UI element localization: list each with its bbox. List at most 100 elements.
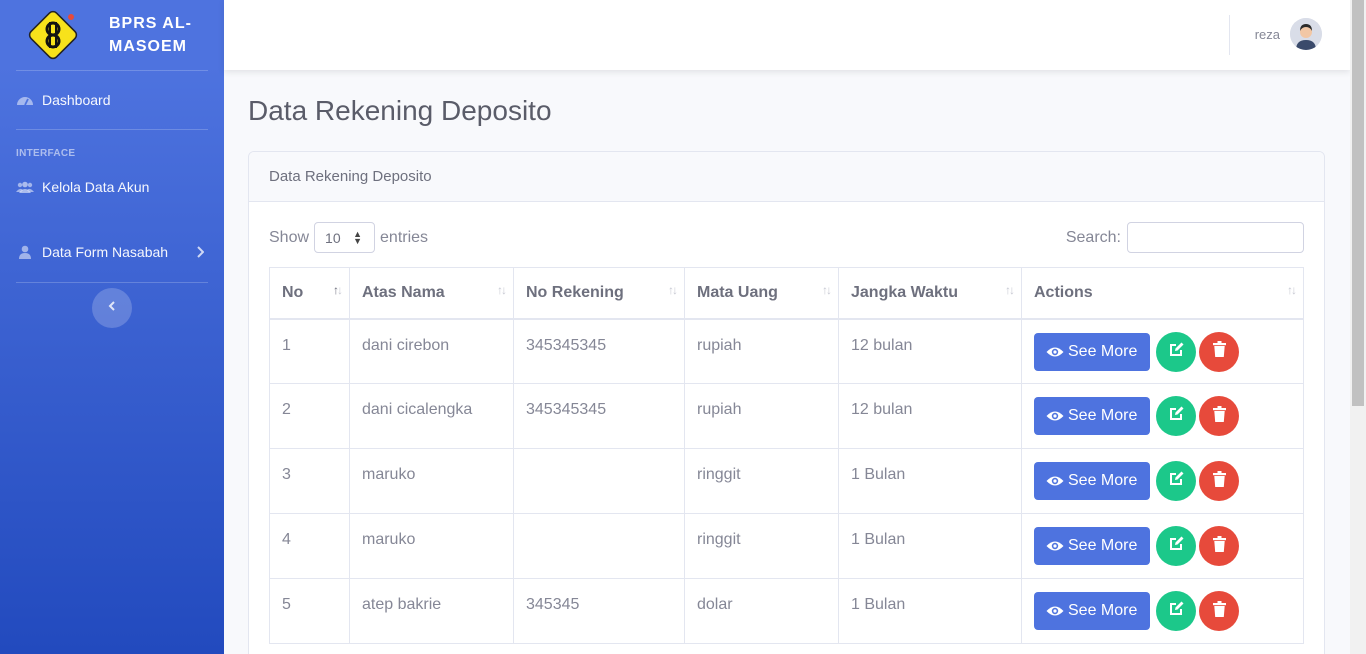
cell-mata-uang: rupiah: [684, 383, 839, 449]
delete-button[interactable]: [1199, 331, 1239, 372]
cell-no-rekening: 345345345: [513, 383, 685, 449]
trash-icon: [1212, 341, 1226, 362]
brand-link[interactable]: BPRS AL-MASOEM: [0, 0, 224, 70]
sidebar-item-label: Kelola Data Akun: [42, 179, 150, 195]
chevron-right-icon: [196, 245, 205, 261]
cell-no-rekening: [513, 513, 685, 579]
cell-no-rekening: 345345345: [513, 318, 685, 384]
delete-button[interactable]: [1199, 526, 1239, 566]
users-icon: [16, 180, 34, 194]
column-header-jangka-waktu[interactable]: Jangka Waktu ↑↓: [838, 267, 1022, 320]
user-icon: [16, 245, 34, 259]
edit-button[interactable]: [1156, 396, 1196, 436]
edit-icon: [1168, 470, 1185, 492]
length-control: Show 10 ▲ ▼ entries: [269, 222, 428, 253]
delete-button[interactable]: [1199, 591, 1239, 631]
select-arrows-icon: ▲ ▼: [353, 229, 363, 246]
edit-button[interactable]: [1156, 461, 1196, 501]
column-header-label: Mata Uang: [697, 283, 778, 301]
user-menu[interactable]: reza: [1255, 18, 1322, 50]
entries-value: 10: [325, 230, 341, 246]
cell-mata-uang: dolar: [684, 578, 839, 644]
cell-atas-nama: dani cicalengka: [349, 383, 514, 449]
cell-atas-nama: maruko: [349, 513, 514, 579]
brand-name: BPRS AL-MASOEM: [109, 15, 192, 55]
column-header-label: Actions: [1034, 283, 1093, 301]
trash-icon: [1212, 535, 1226, 557]
table-row: 4 maruko ringgit 1 Bulan See More: [269, 513, 1304, 579]
cell-actions: See More: [1021, 448, 1304, 514]
cell-mata-uang: rupiah: [684, 318, 839, 384]
edit-icon: [1168, 341, 1185, 363]
sidebar-item-label: Dashboard: [42, 92, 111, 108]
cell-jangka-waktu: 12 bulan: [838, 383, 1022, 449]
column-header-label: No Rekening: [526, 283, 624, 301]
cell-actions: See More: [1021, 318, 1304, 384]
column-header-label: No: [282, 283, 304, 301]
edit-icon: [1168, 600, 1185, 622]
see-more-button[interactable]: See More: [1034, 592, 1150, 630]
edit-button[interactable]: [1156, 591, 1196, 631]
page-scrollbar[interactable]: [1350, 0, 1366, 654]
search-input[interactable]: [1127, 222, 1304, 253]
trash-icon: [1212, 470, 1226, 492]
column-header-no[interactable]: No ↑↓: [269, 267, 350, 320]
column-header-label: Atas Nama: [362, 283, 445, 301]
eye-icon: [1046, 410, 1064, 422]
scrollbar-thumb[interactable]: [1352, 0, 1364, 406]
column-header-mata-uang[interactable]: Mata Uang ↑↓: [684, 267, 839, 320]
topbar: reza: [224, 0, 1350, 70]
cell-mata-uang: ringgit: [684, 448, 839, 514]
cell-atas-nama: dani cirebon: [349, 318, 514, 384]
chevron-left-icon: [108, 299, 116, 317]
table-controls: Show 10 ▲ ▼ entries Search:: [269, 222, 1304, 254]
avatar: [1290, 18, 1322, 50]
column-header-actions[interactable]: Actions ↑↓: [1021, 267, 1304, 320]
sort-icon: ↑↓: [1005, 283, 1015, 297]
cell-no: 4: [269, 513, 350, 579]
show-label: Show: [269, 228, 310, 246]
cell-jangka-waktu: 12 bulan: [838, 318, 1022, 384]
cell-mata-uang: ringgit: [684, 513, 839, 579]
delete-button[interactable]: [1199, 461, 1239, 501]
see-more-label: See More: [1068, 472, 1138, 489]
eye-icon: [1046, 540, 1064, 552]
sidebar-item-dashboard[interactable]: Dashboard: [0, 71, 224, 129]
eye-icon: [1046, 605, 1064, 617]
see-more-button[interactable]: See More: [1034, 462, 1150, 500]
search-control: Search:: [1066, 222, 1304, 253]
cell-no: 2: [269, 383, 350, 449]
column-header-no-rekening[interactable]: No Rekening ↑↓: [513, 267, 685, 320]
table-row: 1 dani cirebon 345345345 rupiah 12 bulan…: [269, 318, 1304, 384]
eye-icon: [1046, 346, 1064, 358]
username: reza: [1254, 26, 1280, 42]
see-more-button[interactable]: See More: [1034, 332, 1150, 371]
data-card: Data Rekening Deposito Show 10 ▲ ▼ entrie…: [248, 151, 1325, 654]
topbar-divider: [1229, 15, 1230, 55]
entries-select[interactable]: 10 ▲ ▼: [314, 222, 376, 253]
sidebar-toggle-button[interactable]: [92, 288, 132, 328]
entries-label: entries: [380, 228, 429, 246]
delete-button[interactable]: [1199, 396, 1239, 436]
see-more-button[interactable]: See More: [1034, 397, 1150, 435]
edit-button[interactable]: [1156, 526, 1196, 566]
sidebar-item-data-form-nasabah[interactable]: Data Form Nasabah: [0, 223, 224, 281]
sidebar-item-kelola-data-akun[interactable]: Kelola Data Akun: [0, 167, 224, 207]
cell-jangka-waktu: 1 Bulan: [838, 578, 1022, 644]
cell-no: 5: [269, 578, 350, 644]
column-header-atas-nama[interactable]: Atas Nama ↑↓: [349, 267, 514, 320]
see-more-label: See More: [1068, 602, 1138, 619]
search-label: Search:: [1065, 228, 1121, 246]
edit-button[interactable]: [1156, 331, 1196, 372]
table-row: 5 atep bakrie 345345 dolar 1 Bulan See M…: [269, 578, 1304, 644]
sort-icon: ↑↓: [497, 283, 507, 297]
cell-actions: See More: [1021, 383, 1304, 449]
cell-jangka-waktu: 1 Bulan: [838, 513, 1022, 579]
see-more-button[interactable]: See More: [1034, 527, 1150, 565]
sidebar: BPRS AL-MASOEM Dashboard INTERFACE Kelol…: [0, 0, 224, 654]
table-header-row: No ↑↓ Atas Nama ↑↓ No Rekening ↑↓ Mata Uang…: [269, 267, 1304, 320]
cell-no-rekening: 345345: [513, 578, 685, 644]
column-header-label: Jangka Waktu: [851, 283, 958, 301]
data-table: No ↑↓ Atas Nama ↑↓ No Rekening ↑↓ Mata Uang…: [269, 267, 1304, 644]
cell-jangka-waktu: 1 Bulan: [838, 448, 1022, 514]
